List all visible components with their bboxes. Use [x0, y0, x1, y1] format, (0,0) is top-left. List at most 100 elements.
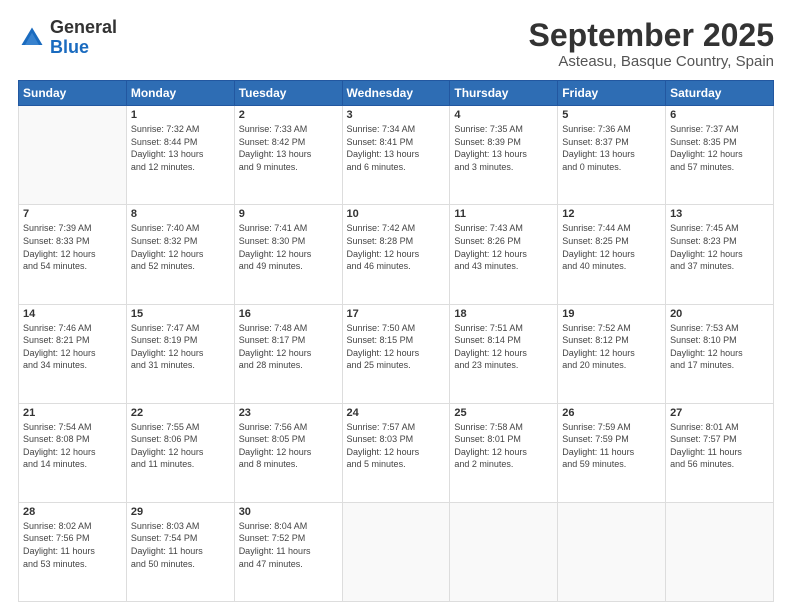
day-number: 13 [670, 208, 769, 220]
calendar-cell: 8 Sunrise: 7:40 AM Sunset: 8:32 PM Daylig… [126, 205, 234, 304]
day-number: 6 [670, 109, 769, 121]
calendar-cell: 22 Sunrise: 7:55 AM Sunset: 8:06 PM Dayli… [126, 403, 234, 502]
day-info: Sunrise: 8:04 AM Sunset: 7:52 PM Dayligh… [239, 520, 338, 570]
day-number: 15 [131, 308, 230, 320]
day-info: Sunrise: 7:51 AM Sunset: 8:14 PM Dayligh… [454, 322, 553, 372]
calendar-cell: 15 Sunrise: 7:47 AM Sunset: 8:19 PM Dayli… [126, 304, 234, 403]
day-number: 24 [347, 407, 446, 419]
col-thursday: Thursday [450, 81, 558, 106]
calendar-cell: 13 Sunrise: 7:45 AM Sunset: 8:23 PM Dayli… [666, 205, 774, 304]
col-friday: Friday [558, 81, 666, 106]
day-number: 17 [347, 308, 446, 320]
calendar-cell: 24Sunrise: 7:57 AM Sunset: 8:03 PM Dayli… [342, 403, 450, 502]
day-number: 1 [131, 109, 230, 121]
calendar-cell: 12Sunrise: 7:44 AM Sunset: 8:25 PM Dayli… [558, 205, 666, 304]
calendar-cell [19, 106, 127, 205]
page: General Blue September 2025 Asteasu, Bas… [0, 0, 792, 612]
day-number: 27 [670, 407, 769, 419]
day-info: Sunrise: 7:34 AM Sunset: 8:41 PM Dayligh… [347, 123, 446, 173]
day-info: Sunrise: 7:48 AM Sunset: 8:17 PM Dayligh… [239, 322, 338, 372]
col-monday: Monday [126, 81, 234, 106]
calendar-cell: 18 Sunrise: 7:51 AM Sunset: 8:14 PM Dayli… [450, 304, 558, 403]
calendar-cell: 21 Sunrise: 7:54 AM Sunset: 8:08 PM Dayli… [19, 403, 127, 502]
header: General Blue September 2025 Asteasu, Bas… [18, 18, 774, 70]
week-row-5: 28 Sunrise: 8:02 AM Sunset: 7:56 PM Dayli… [19, 502, 774, 601]
day-info: Sunrise: 7:52 AM Sunset: 8:12 PM Dayligh… [562, 322, 661, 372]
day-info: Sunrise: 7:45 AM Sunset: 8:23 PM Dayligh… [670, 222, 769, 272]
day-info: Sunrise: 7:55 AM Sunset: 8:06 PM Dayligh… [131, 421, 230, 471]
header-row: Sunday Monday Tuesday Wednesday Thursday… [19, 81, 774, 106]
calendar-cell: 2Sunrise: 7:33 AM Sunset: 8:42 PM Daylig… [234, 106, 342, 205]
logo-general-text: General [50, 17, 117, 37]
day-info: Sunrise: 7:39 AM Sunset: 8:33 PM Dayligh… [23, 222, 122, 272]
day-number: 28 [23, 506, 122, 518]
day-number: 9 [239, 208, 338, 220]
day-info: Sunrise: 8:02 AM Sunset: 7:56 PM Dayligh… [23, 520, 122, 570]
calendar-cell: 14Sunrise: 7:46 AM Sunset: 8:21 PM Dayli… [19, 304, 127, 403]
day-number: 18 [454, 308, 553, 320]
day-number: 20 [670, 308, 769, 320]
col-tuesday: Tuesday [234, 81, 342, 106]
day-info: Sunrise: 8:01 AM Sunset: 7:57 PM Dayligh… [670, 421, 769, 471]
calendar-cell: 4Sunrise: 7:35 AM Sunset: 8:39 PM Daylig… [450, 106, 558, 205]
day-number: 21 [23, 407, 122, 419]
calendar-cell: 5Sunrise: 7:36 AM Sunset: 8:37 PM Daylig… [558, 106, 666, 205]
day-info: Sunrise: 7:35 AM Sunset: 8:39 PM Dayligh… [454, 123, 553, 173]
day-number: 30 [239, 506, 338, 518]
day-info: Sunrise: 7:58 AM Sunset: 8:01 PM Dayligh… [454, 421, 553, 471]
calendar-cell [342, 502, 450, 601]
calendar-title: September 2025 [529, 18, 774, 53]
calendar-cell: 6 Sunrise: 7:37 AM Sunset: 8:35 PM Daylig… [666, 106, 774, 205]
week-row-2: 7 Sunrise: 7:39 AM Sunset: 8:33 PM Daylig… [19, 205, 774, 304]
col-wednesday: Wednesday [342, 81, 450, 106]
logo-icon [18, 24, 46, 52]
calendar-cell: 17 Sunrise: 7:50 AM Sunset: 8:15 PM Dayli… [342, 304, 450, 403]
day-info: Sunrise: 7:43 AM Sunset: 8:26 PM Dayligh… [454, 222, 553, 272]
day-number: 22 [131, 407, 230, 419]
day-number: 23 [239, 407, 338, 419]
week-row-3: 14Sunrise: 7:46 AM Sunset: 8:21 PM Dayli… [19, 304, 774, 403]
day-number: 19 [562, 308, 661, 320]
day-info: Sunrise: 7:33 AM Sunset: 8:42 PM Dayligh… [239, 123, 338, 173]
calendar-cell: 27 Sunrise: 8:01 AM Sunset: 7:57 PM Dayli… [666, 403, 774, 502]
calendar-table: Sunday Monday Tuesday Wednesday Thursday… [18, 80, 774, 602]
day-number: 29 [131, 506, 230, 518]
week-row-1: 1 Sunrise: 7:32 AM Sunset: 8:44 PM Daylig… [19, 106, 774, 205]
day-info: Sunrise: 7:53 AM Sunset: 8:10 PM Dayligh… [670, 322, 769, 372]
logo-blue-text: Blue [50, 37, 89, 57]
day-number: 7 [23, 208, 122, 220]
day-number: 16 [239, 308, 338, 320]
calendar-cell: 9 Sunrise: 7:41 AM Sunset: 8:30 PM Daylig… [234, 205, 342, 304]
calendar-cell: 30 Sunrise: 8:04 AM Sunset: 7:52 PM Dayli… [234, 502, 342, 601]
calendar-cell: 26 Sunrise: 7:59 AM Sunset: 7:59 PM Dayli… [558, 403, 666, 502]
title-area: September 2025 Asteasu, Basque Country, … [529, 18, 774, 70]
day-number: 10 [347, 208, 446, 220]
day-info: Sunrise: 7:37 AM Sunset: 8:35 PM Dayligh… [670, 123, 769, 173]
calendar-cell: 16 Sunrise: 7:48 AM Sunset: 8:17 PM Dayli… [234, 304, 342, 403]
week-row-4: 21 Sunrise: 7:54 AM Sunset: 8:08 PM Dayli… [19, 403, 774, 502]
day-info: Sunrise: 7:56 AM Sunset: 8:05 PM Dayligh… [239, 421, 338, 471]
day-info: Sunrise: 7:50 AM Sunset: 8:15 PM Dayligh… [347, 322, 446, 372]
calendar-cell: 25Sunrise: 7:58 AM Sunset: 8:01 PM Dayli… [450, 403, 558, 502]
calendar-cell: 1 Sunrise: 7:32 AM Sunset: 8:44 PM Daylig… [126, 106, 234, 205]
calendar-cell: 23 Sunrise: 7:56 AM Sunset: 8:05 PM Dayli… [234, 403, 342, 502]
day-number: 8 [131, 208, 230, 220]
calendar-cell: 28 Sunrise: 8:02 AM Sunset: 7:56 PM Dayli… [19, 502, 127, 601]
calendar-cell: 20 Sunrise: 7:53 AM Sunset: 8:10 PM Dayli… [666, 304, 774, 403]
day-number: 26 [562, 407, 661, 419]
logo-text: General Blue [50, 18, 117, 58]
calendar-subtitle: Asteasu, Basque Country, Spain [529, 53, 774, 70]
calendar-cell [666, 502, 774, 601]
day-number: 5 [562, 109, 661, 121]
col-sunday: Sunday [19, 81, 127, 106]
day-info: Sunrise: 7:59 AM Sunset: 7:59 PM Dayligh… [562, 421, 661, 471]
day-info: Sunrise: 7:32 AM Sunset: 8:44 PM Dayligh… [131, 123, 230, 173]
calendar-cell: 10 Sunrise: 7:42 AM Sunset: 8:28 PM Dayli… [342, 205, 450, 304]
day-info: Sunrise: 7:54 AM Sunset: 8:08 PM Dayligh… [23, 421, 122, 471]
day-info: Sunrise: 7:47 AM Sunset: 8:19 PM Dayligh… [131, 322, 230, 372]
day-info: Sunrise: 7:41 AM Sunset: 8:30 PM Dayligh… [239, 222, 338, 272]
calendar-cell: 3Sunrise: 7:34 AM Sunset: 8:41 PM Daylig… [342, 106, 450, 205]
calendar-cell: 11Sunrise: 7:43 AM Sunset: 8:26 PM Dayli… [450, 205, 558, 304]
day-info: Sunrise: 7:40 AM Sunset: 8:32 PM Dayligh… [131, 222, 230, 272]
day-info: Sunrise: 7:42 AM Sunset: 8:28 PM Dayligh… [347, 222, 446, 272]
